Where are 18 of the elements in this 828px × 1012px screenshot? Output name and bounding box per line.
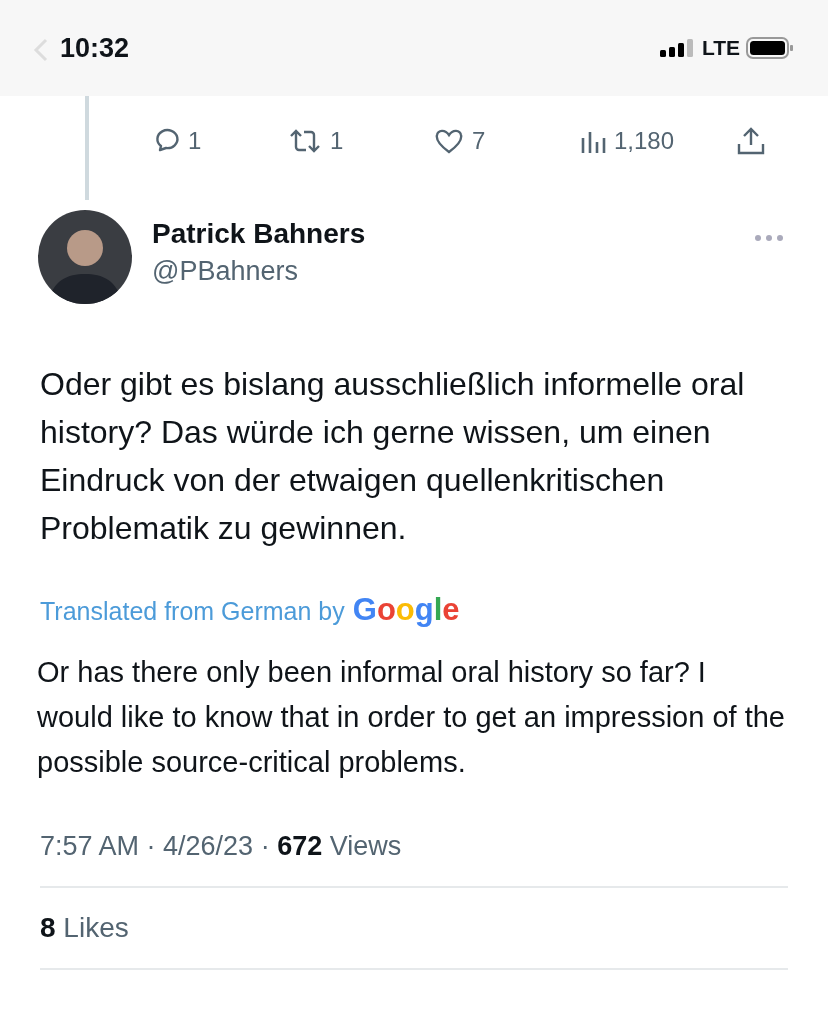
- tweet-text: Oder gibt es bislang ausschließlich informelle oral history? Das würde ich gerne wissen, um einen Eindruck von der etwaigen quellenkritischen Problematik zu gewinnen.: [40, 365, 746, 548]
- heart-icon[interactable]: [434, 127, 464, 155]
- signal-icon: [659, 38, 696, 58]
- google-logo: Google: [352, 592, 460, 628]
- action-count: 1,180: [614, 127, 675, 155]
- action-count: 7: [472, 127, 486, 155]
- action-count: 1: [188, 127, 202, 155]
- battery-icon: [746, 36, 794, 60]
- translated-text: Or has there only been informal oral history so far? I would like to know that in order to get an impression of the possible source-critical problems.: [37, 655, 785, 780]
- author-name[interactable]: Patrick Bahners: [152, 218, 366, 250]
- likes-count[interactable]: 8 Likes: [40, 912, 828, 944]
- tweet-metadata: 7:57 AM · 4/26/23 · 672 Views: [40, 831, 403, 862]
- action-count: 1: [330, 127, 344, 155]
- clock-time: 10:32: [60, 32, 130, 64]
- retweet-icon[interactable]: [288, 127, 322, 155]
- network-label: LTE: [701, 36, 740, 60]
- share-icon[interactable]: [736, 126, 766, 156]
- author-handle[interactable]: @PBahners: [152, 256, 366, 287]
